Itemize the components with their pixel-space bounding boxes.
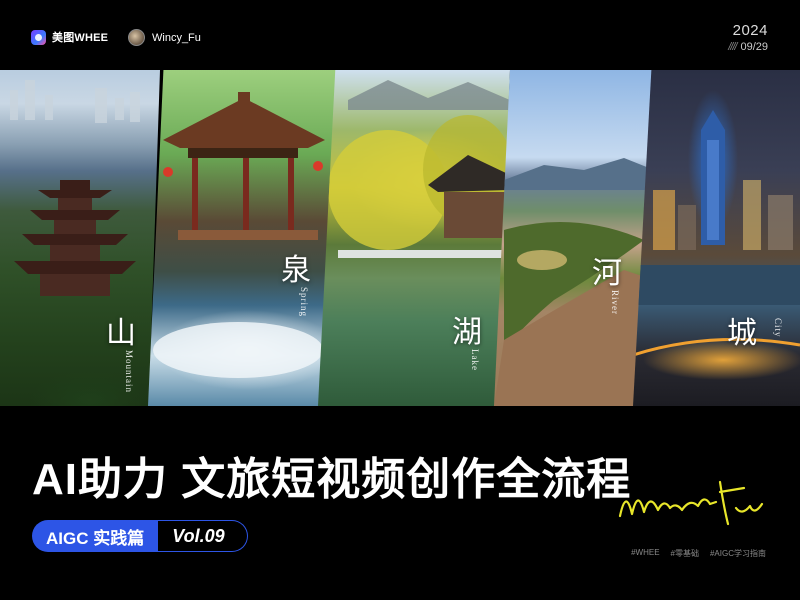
date-value: 09/29: [740, 41, 768, 53]
hashtag[interactable]: #零基础: [671, 548, 699, 559]
lake-illustration: [328, 80, 510, 258]
panel-spring: 泉 Spring: [148, 70, 341, 406]
panel-mountain: 山 Mountain: [0, 70, 160, 406]
month-day: ////09/29: [728, 41, 768, 53]
panel-lake: 湖 Lake: [318, 70, 510, 406]
author-name: Wincy_Fu: [152, 31, 201, 44]
panel-char: 城: [727, 317, 757, 350]
series-tag[interactable]: AIGC 实践篇 Vol.09: [32, 520, 248, 552]
panel-sub: City: [773, 318, 783, 338]
panel-city: 城 City: [633, 70, 800, 406]
hashtag[interactable]: #AIGC学习指南: [710, 548, 766, 559]
year: 2024: [732, 22, 768, 39]
panel-sub: Mountain: [124, 350, 134, 393]
tag-label: AIGC 实践篇: [32, 520, 159, 552]
signature: [618, 480, 764, 526]
brand[interactable]: 美图WHEE: [31, 29, 108, 45]
whee-logo-icon: [31, 29, 46, 45]
avatar: [128, 29, 145, 46]
author[interactable]: Wincy_Fu: [128, 29, 201, 46]
date-block: 2024 ////09/29: [728, 22, 768, 53]
hashtags: #WHEE #零基础 #AIGC学习指南: [631, 548, 766, 559]
header: 美图WHEE Wincy_Fu 2024 ////09/29: [0, 0, 800, 70]
tag-volume: Vol.09: [158, 520, 248, 552]
photo-strip: 山 Mountain 泉 Spring 湖 Lake 河 River 城 Cit…: [0, 70, 800, 406]
river-illustration: [494, 158, 654, 406]
city-illustration: [633, 110, 800, 357]
pavilion-illustration: [153, 92, 325, 378]
panel-sub: Lake: [470, 349, 480, 371]
brand-name: 美图WHEE: [52, 32, 109, 44]
pagoda-illustration: [10, 80, 140, 296]
panel-sub: River: [610, 290, 620, 315]
panel-river: 河 River: [494, 70, 654, 406]
panel-sub: Spring: [299, 287, 309, 318]
date-marker: ////: [728, 41, 737, 53]
hashtag[interactable]: #WHEE: [631, 548, 659, 559]
panel-char: 湖: [452, 316, 482, 349]
panel-char: 泉: [281, 254, 311, 287]
page-title: AI助力 文旅短视频创作全流程: [32, 455, 632, 504]
panel-char: 山: [106, 317, 136, 350]
panel-char: 河: [592, 257, 622, 290]
